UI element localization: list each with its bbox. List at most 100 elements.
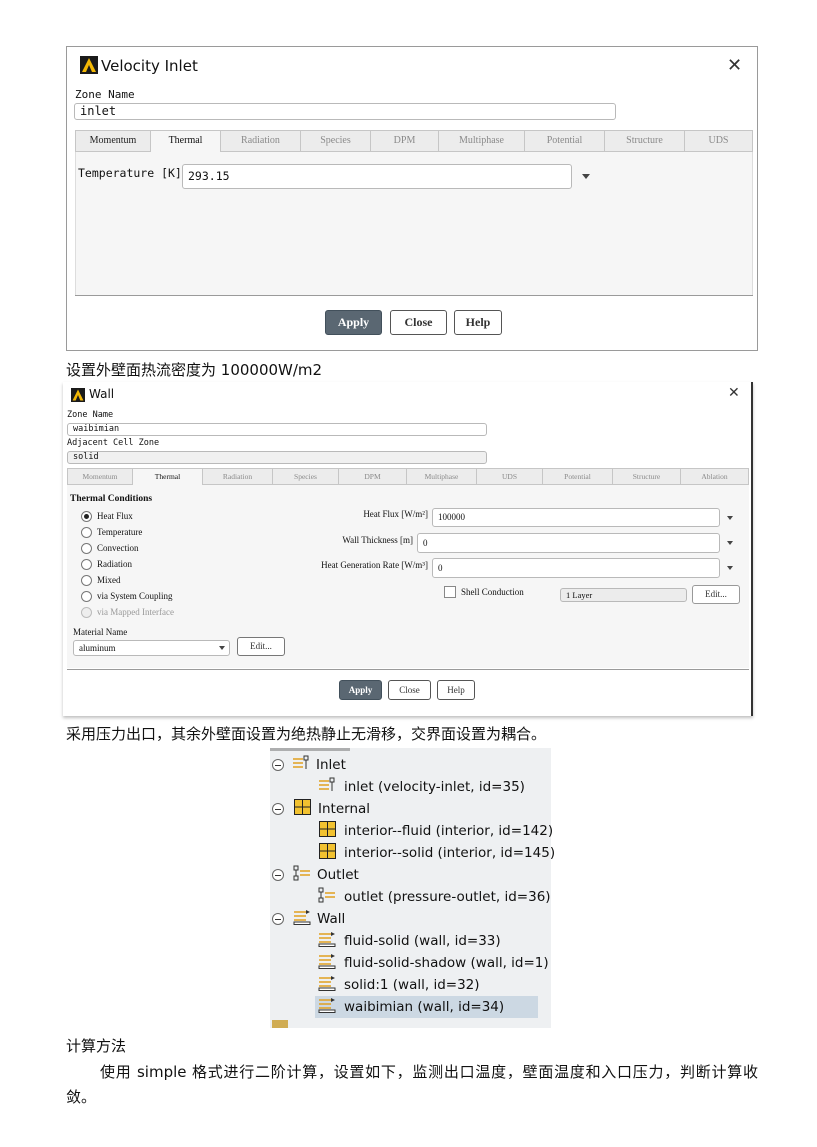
help-button[interactable]: Help (437, 680, 475, 700)
convection-radio-label: Convection (97, 543, 139, 553)
interior-grid-icon (319, 821, 336, 841)
collapse-icon[interactable] (272, 759, 284, 771)
outlet-icon (318, 887, 336, 907)
collapse-icon[interactable] (272, 869, 284, 881)
temperature-field[interactable]: 293.15 (182, 164, 572, 189)
close-icon[interactable]: ✕ (727, 55, 742, 76)
thermal-conditions-label: Thermal Conditions (70, 494, 153, 504)
heat-generation-field[interactable]: 0 (432, 558, 720, 578)
tree-item-solid1[interactable]: solid:1 (wall, id=32) (318, 974, 480, 996)
tab-momentum[interactable]: Momentum (67, 468, 133, 485)
tree-group-internal[interactable]: Internal (272, 798, 370, 820)
tab-ablation[interactable]: Ablation (681, 468, 749, 485)
temperature-label: Temperature [K] (78, 166, 182, 180)
tab-radiation[interactable]: Radiation (221, 130, 301, 152)
tab-multiphase[interactable]: Multiphase (439, 130, 525, 152)
radiation-radio[interactable] (81, 559, 92, 570)
tab-dpm[interactable]: DPM (339, 468, 407, 485)
wall-dialog: Wall ✕ Zone Name waibimian Adjacent Cell… (63, 382, 753, 716)
heat-flux-radio[interactable] (81, 511, 92, 522)
help-button[interactable]: Help (454, 310, 502, 335)
system-coupling-radio[interactable] (81, 591, 92, 602)
divider (67, 669, 749, 670)
radiation-radio-label: Radiation (97, 559, 132, 569)
chevron-down-icon[interactable] (582, 174, 590, 179)
material-edit-button[interactable]: Edit... (237, 637, 285, 656)
wall-icon (318, 997, 336, 1017)
ansys-logo-icon (71, 387, 85, 406)
tree-item-fluid-solid-shadow[interactable]: fluid-solid-shadow (wall, id=1) (318, 952, 549, 974)
temperature-radio[interactable] (81, 527, 92, 538)
close-icon[interactable]: ✕ (728, 385, 740, 401)
collapse-icon[interactable] (272, 913, 284, 925)
tree-item-label: interior--solid (interior, id=145) (344, 845, 556, 861)
interior-grid-icon (294, 799, 311, 819)
collapse-icon[interactable] (272, 803, 284, 815)
close-button[interactable]: Close (388, 680, 431, 700)
tree-item-interior-fluid[interactable]: interior--fluid (interior, id=142) (319, 820, 553, 842)
tab-multiphase[interactable]: Multiphase (407, 468, 477, 485)
shell-conduction-checkbox[interactable] (444, 586, 456, 598)
apply-button[interactable]: Apply (325, 310, 382, 335)
dialog-title: Wall (89, 387, 115, 401)
heat-generation-label: Heat Generation Rate [W/m³] (321, 560, 428, 570)
tab-dpm[interactable]: DPM (371, 130, 439, 152)
wall-thickness-field[interactable]: 0 (417, 533, 720, 553)
apply-button[interactable]: Apply (339, 680, 382, 700)
method-paragraph: 使用 simple 格式进行二阶计算，设置如下，监测出口温度，壁面温度和入口压力… (66, 1063, 758, 1106)
layer-count-field: 1 Layer (560, 588, 687, 602)
zone-name-field[interactable]: inlet (74, 103, 616, 120)
tree-item-label: solid:1 (wall, id=32) (344, 977, 480, 993)
tab-structure[interactable]: Structure (613, 468, 681, 485)
tree-item-outlet[interactable]: outlet (pressure-outlet, id=36) (318, 886, 551, 908)
chevron-down-icon[interactable] (727, 516, 733, 520)
tree-item-inlet[interactable]: inlet (velocity-inlet, id=35) (318, 776, 525, 798)
chevron-down-icon[interactable] (219, 646, 225, 650)
tree-item-interior-solid[interactable]: interior--solid (interior, id=145) (319, 842, 555, 864)
tab-structure[interactable]: Structure (605, 130, 685, 152)
zone-name-field[interactable]: waibimian (67, 423, 487, 436)
tab-thermal[interactable]: Thermal (133, 468, 203, 485)
tab-species[interactable]: Species (301, 130, 371, 152)
tree-item-label: waibimian (wall, id=34) (344, 999, 505, 1015)
tab-species[interactable]: Species (273, 468, 339, 485)
tab-radiation[interactable]: Radiation (203, 468, 273, 485)
tab-momentum[interactable]: Momentum (75, 130, 151, 152)
shell-conduction-label: Shell Conduction (461, 587, 524, 597)
tab-potential[interactable]: Potential (525, 130, 605, 152)
section-heading: 计算方法 (66, 1037, 127, 1055)
layer-edit-button[interactable]: Edit... (692, 585, 740, 604)
heat-flux-field[interactable]: 100000 (432, 508, 720, 527)
tree-group-outlet[interactable]: Outlet (272, 864, 359, 886)
tree-item-fluid-solid[interactable]: fluid-solid (wall, id=33) (318, 930, 501, 952)
tree-group-wall[interactable]: Wall (272, 908, 345, 930)
wall-icon (318, 953, 336, 973)
material-name-select[interactable]: aluminum (73, 640, 230, 656)
dialog-title: Velocity Inlet (101, 57, 198, 75)
tree-group-label: Wall (317, 911, 346, 927)
wall-thickness-label: Wall Thickness [m] (342, 535, 413, 545)
divider (75, 295, 753, 296)
tab-potential[interactable]: Potential (543, 468, 613, 485)
mapped-interface-radio-label: via Mapped Interface (97, 607, 174, 617)
chevron-down-icon[interactable] (727, 541, 733, 545)
tab-uds[interactable]: UDS (685, 130, 753, 152)
tree-scroll-top-fragment (270, 748, 350, 751)
convection-radio[interactable] (81, 543, 92, 554)
tree-group-label: Outlet (317, 867, 359, 883)
chevron-down-icon[interactable] (727, 566, 733, 570)
tab-thermal[interactable]: Thermal (151, 130, 221, 152)
mixed-radio-label: Mixed (97, 575, 121, 585)
mixed-radio[interactable] (81, 575, 92, 586)
tree-item-label: inlet (velocity-inlet, id=35) (344, 779, 525, 795)
close-button[interactable]: Close (390, 310, 447, 335)
material-name-label: Material Name (73, 627, 128, 637)
tab-uds[interactable]: UDS (477, 468, 543, 485)
tree-group-inlet[interactable]: Inlet (272, 754, 346, 776)
ansys-logo-icon (80, 56, 98, 78)
temperature-radio-label: Temperature (97, 527, 143, 537)
tree-item-waibimian[interactable]: waibimian (wall, id=34) (318, 996, 504, 1018)
tree-item-label: fluid-solid-shadow (wall, id=1) (344, 955, 549, 971)
wall-icon (318, 931, 336, 951)
tree-group-label: Internal (318, 801, 371, 817)
